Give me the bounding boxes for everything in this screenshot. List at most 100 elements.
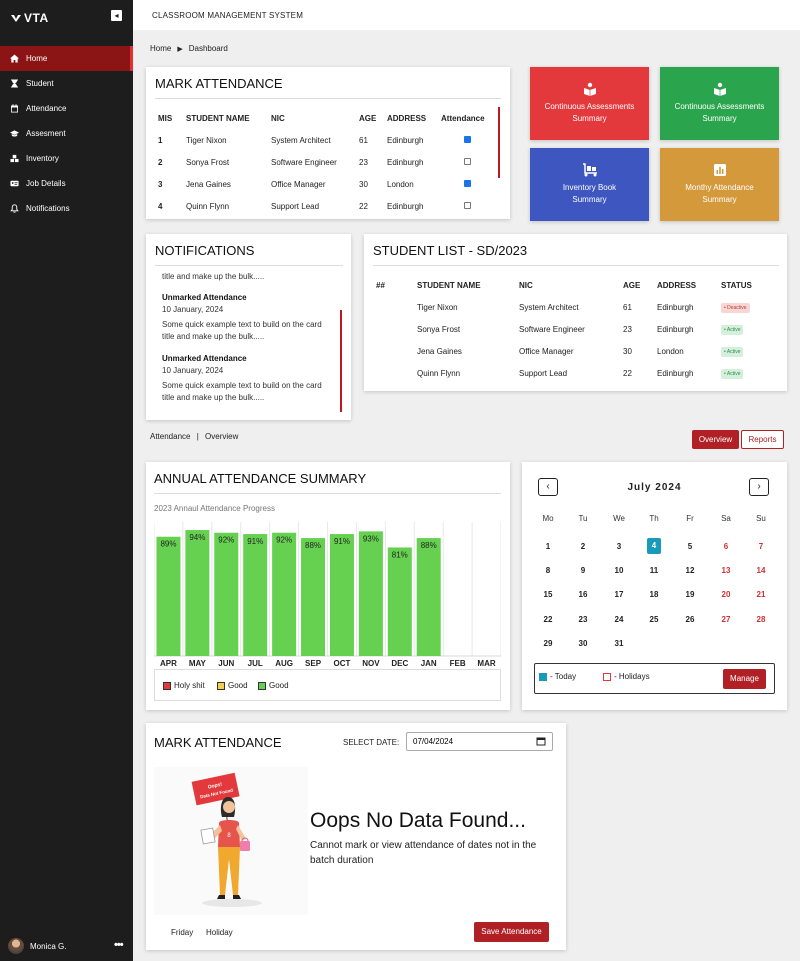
nic-cell: Support Lead bbox=[519, 368, 568, 378]
calendar-day[interactable]: 23 bbox=[573, 615, 593, 624]
sidebar-item-notifications[interactable]: Notifications bbox=[0, 196, 133, 221]
user-profile[interactable]: Monica G. bbox=[8, 938, 66, 954]
calendar-day[interactable]: 11 bbox=[644, 566, 664, 575]
sidebar-item-student[interactable]: Student bbox=[0, 71, 133, 96]
calendar-day[interactable]: 8 bbox=[538, 566, 558, 575]
bar-aug[interactable] bbox=[272, 532, 297, 656]
mis-cell: 3 bbox=[158, 179, 163, 189]
bar-sep[interactable] bbox=[301, 538, 326, 656]
age-cell: 22 bbox=[359, 201, 368, 211]
x-tick-label: SEP bbox=[305, 659, 322, 668]
bar-nov[interactable] bbox=[358, 531, 383, 656]
calendar-day[interactable]: 16 bbox=[573, 590, 593, 599]
date-input[interactable] bbox=[406, 732, 553, 751]
manage-button[interactable]: Manage bbox=[723, 669, 766, 689]
calendar-day[interactable]: 13 bbox=[716, 566, 736, 575]
mark-attendance-date-title: MARK ATTENDANCE bbox=[154, 735, 282, 750]
attendance-checkbox[interactable] bbox=[463, 157, 471, 165]
section-breadcrumb-right[interactable]: Overview bbox=[205, 432, 238, 441]
column-header: STATUS bbox=[721, 280, 752, 290]
breadcrumb-home[interactable]: Home bbox=[150, 44, 171, 53]
scrollbar[interactable] bbox=[340, 310, 342, 412]
book-reader-icon bbox=[713, 82, 726, 96]
calendar-day[interactable]: 30 bbox=[573, 639, 593, 648]
table-row: 3 Jena Gaines Office Manager 30 London bbox=[158, 173, 493, 195]
sidebar-item-inventory[interactable]: Inventory bbox=[0, 146, 133, 171]
calendar-card: ‹ July 2024 › Mo Tu We Th Fr Sa Su 1 2 3 4 5 6 7 8 9 10 1… bbox=[522, 462, 787, 710]
calendar-day[interactable]: 29 bbox=[538, 639, 558, 648]
calendar-day[interactable]: 10 bbox=[609, 566, 629, 575]
calendar-day[interactable]: 19 bbox=[680, 590, 700, 599]
bar-dec[interactable] bbox=[387, 547, 412, 656]
calendar-day[interactable]: 31 bbox=[609, 639, 629, 648]
bar-apr[interactable] bbox=[156, 536, 181, 656]
calendar-day[interactable]: 9 bbox=[573, 566, 593, 575]
calendar-day[interactable]: 28 bbox=[751, 615, 771, 624]
bar-jun[interactable] bbox=[214, 532, 239, 656]
status-badge: • Active bbox=[721, 368, 744, 379]
sidebar-item-attendance[interactable]: Attendance bbox=[0, 96, 133, 121]
calendar-day[interactable]: 24 bbox=[609, 615, 629, 624]
calendar-day[interactable]: 18 bbox=[644, 590, 664, 599]
overview-button[interactable]: Overview bbox=[692, 430, 739, 449]
bar-jul[interactable] bbox=[243, 534, 268, 656]
weekday-header: Sa bbox=[721, 514, 731, 523]
sidebar-item-job-details[interactable]: Job Details bbox=[0, 171, 133, 196]
breadcrumb-arrow-icon: ▶ bbox=[177, 45, 183, 53]
divider bbox=[155, 265, 343, 266]
bar-value-label: 92% bbox=[218, 536, 234, 545]
calendar-day[interactable]: 3 bbox=[609, 542, 629, 551]
notification-item[interactable]: Unmarked Attendance 10 January, 2024 Som… bbox=[162, 292, 337, 343]
empty-state-message: Cannot mark or view attendance of dates … bbox=[310, 838, 536, 868]
x-tick-label: MAR bbox=[477, 659, 495, 668]
calendar-picker-icon[interactable] bbox=[536, 736, 546, 746]
calendar-day[interactable]: 5 bbox=[680, 542, 700, 551]
brand-logo[interactable]: VTA bbox=[10, 11, 49, 25]
calendar-day[interactable]: 6 bbox=[716, 542, 736, 551]
save-attendance-button[interactable]: Save Attendance bbox=[474, 922, 549, 942]
calendar-day[interactable]: 20 bbox=[716, 590, 736, 599]
bar-oct[interactable] bbox=[329, 534, 354, 656]
scrollbar[interactable] bbox=[498, 107, 500, 178]
calendar-next-button[interactable]: › bbox=[749, 478, 769, 496]
calendar-day[interactable]: 21 bbox=[751, 590, 771, 599]
attendance-checkbox[interactable] bbox=[463, 201, 471, 209]
calendar-day[interactable]: 14 bbox=[751, 566, 771, 575]
divider bbox=[154, 493, 501, 494]
tile-inventory-book[interactable]: Inventory Book Summary bbox=[530, 148, 649, 221]
tile-label: Continuous Assessments bbox=[544, 102, 635, 111]
calendar-day[interactable]: 12 bbox=[680, 566, 700, 575]
column-header: AGE bbox=[623, 280, 641, 290]
name-cell: Quinn Flynn bbox=[417, 368, 461, 378]
attendance-checkbox[interactable] bbox=[463, 135, 471, 143]
calendar-day[interactable]: 27 bbox=[716, 615, 736, 624]
calendar-day[interactable]: 26 bbox=[680, 615, 700, 624]
calendar-day[interactable]: 25 bbox=[644, 615, 664, 624]
section-breadcrumb-left[interactable]: Attendance bbox=[150, 432, 190, 441]
bar-jan[interactable] bbox=[416, 538, 441, 656]
calendar-day[interactable]: 17 bbox=[609, 590, 629, 599]
legend-swatch bbox=[163, 681, 171, 690]
calendar-day-today[interactable]: 4 bbox=[647, 538, 661, 554]
attendance-checkbox[interactable] bbox=[463, 179, 471, 187]
sidebar-item-home[interactable]: Home bbox=[0, 46, 133, 71]
calendar-day[interactable]: 15 bbox=[538, 590, 558, 599]
name-cell: Quinn Flynn bbox=[186, 201, 230, 211]
sidebar-item-label: Job Details bbox=[26, 179, 66, 188]
calendar-day[interactable]: 22 bbox=[538, 615, 558, 624]
sidebar-item-assesment[interactable]: Assesment bbox=[0, 121, 133, 146]
bar-may[interactable] bbox=[185, 530, 210, 656]
tile-monthly-attendance[interactable]: Monthy Attendance Summary bbox=[660, 148, 779, 221]
tile-continuous-assessments-2[interactable]: Continuous Assessments Summary bbox=[660, 67, 779, 140]
x-tick-label: JUN bbox=[218, 659, 234, 668]
notification-item[interactable]: Unmarked Attendance 10 January, 2024 Som… bbox=[162, 353, 337, 404]
reports-button[interactable]: Reports bbox=[741, 430, 784, 449]
calendar-day[interactable]: 1 bbox=[538, 542, 558, 551]
x-tick-label: APR bbox=[160, 659, 177, 668]
sidebar-collapse-button[interactable]: ◂ bbox=[111, 10, 122, 21]
calendar-day[interactable]: 2 bbox=[573, 542, 593, 551]
calendar-day[interactable]: 7 bbox=[751, 542, 771, 551]
tile-continuous-assessments-1[interactable]: Continuous Assessments Summary bbox=[530, 67, 649, 140]
tile-label: Continuous Assessments bbox=[674, 102, 765, 111]
more-options-icon[interactable]: ••• bbox=[114, 939, 124, 951]
